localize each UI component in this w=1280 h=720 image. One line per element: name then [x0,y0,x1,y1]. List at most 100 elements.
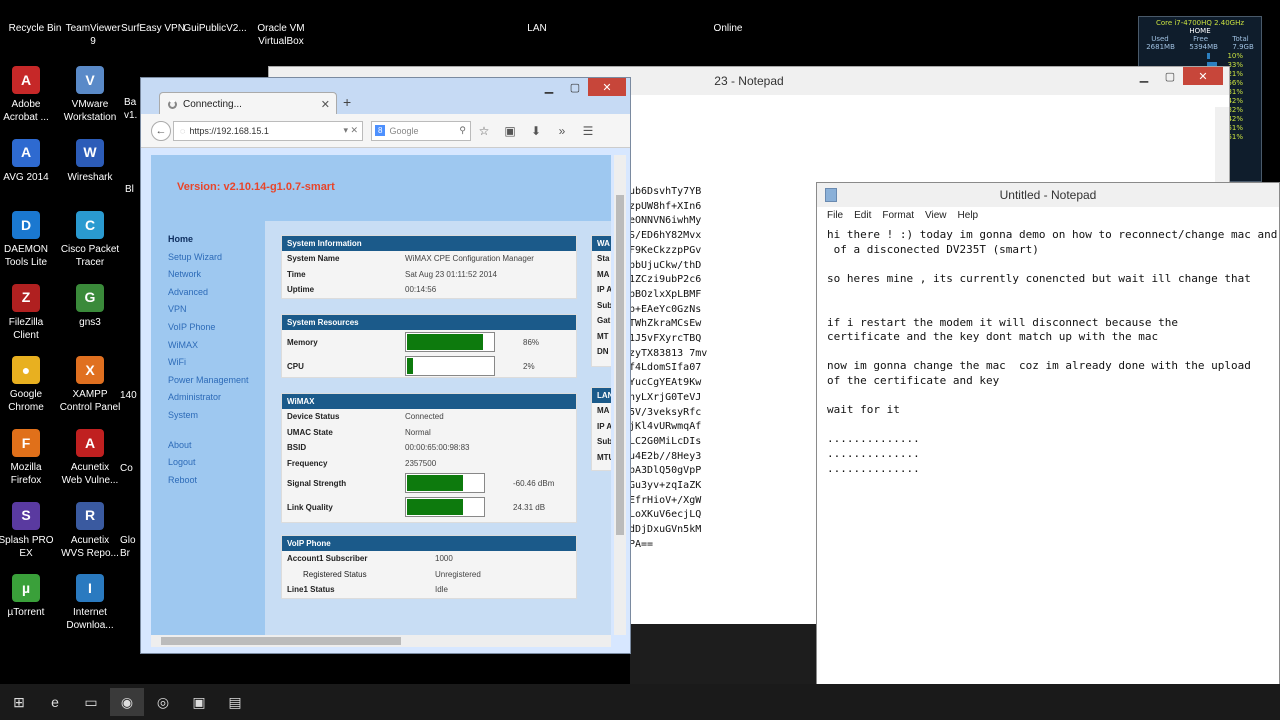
info-key: UMAC State [287,427,333,437]
router-nav-reboot[interactable]: Reboot [151,472,265,490]
desktop-icon[interactable]: Z FileZilla Client [0,283,59,342]
notepad-23-text[interactable]: ub6DsvhTy7YB zpUW8hf+XIn6 eONNVN6iwhMy S/ED… [629,185,707,553]
chrome-taskbar-icon[interactable]: ◎ [146,688,180,716]
wan-panel: WA Sta MA IP A Sub Gat MT DN [591,235,611,367]
desktop-icon[interactable]: F Mozilla Firefox [0,429,59,487]
desktop-top-label[interactable]: SurfEasy VPN [118,22,188,35]
memory-label: Memory [287,337,318,347]
desktop-icon[interactable]: D DAEMON Tools Lite [0,211,59,269]
tab-close-icon[interactable]: ✕ [321,98,330,111]
cisco-icon: C [76,211,104,240]
firefox-window[interactable]: Connecting... ✕ + ▁ ▢ ✕ ← ◌ https://192.… [140,77,631,654]
router-nav-advanced[interactable]: Advanced [151,284,265,302]
desktop-icon[interactable]: S Splash PRO EX [0,501,59,560]
router-nav-wimax[interactable]: WiMAX [151,337,265,355]
desktop-icon[interactable]: C Cisco Packet Tracer [57,211,123,269]
cpu-header: Used [1151,35,1169,43]
notepad-menu-format[interactable]: Format [882,210,914,221]
router-nav-vpn[interactable]: VPN [151,301,265,319]
desktop-icon[interactable]: V VMware Workstation [57,66,123,124]
desktop-top-label[interactable]: LAN [502,22,572,35]
desktop-top-label[interactable]: Oracle VM VirtualBox [246,22,316,48]
notepad-menu-edit[interactable]: Edit [854,210,871,221]
desktop-top-label[interactable]: Online [693,22,763,35]
notepad-23-line: LC2G0MiLcDIs [629,435,702,447]
maximize-icon[interactable]: ▢ [1157,67,1183,85]
router-nav-network[interactable]: Network [151,266,265,284]
url-bar[interactable]: ◌ https://192.168.15.1 ▾ ✕ [173,120,363,141]
notepad-title: Untitled - Notepad [999,188,1097,202]
notepad-menu-view[interactable]: View [925,210,947,221]
desktop-icon-label: Mozilla Firefox [10,462,42,486]
desktop-icon-label: Acunetix Web Vulne... [61,462,119,486]
desktop-icon[interactable]: A AVG 2014 [0,138,59,184]
desktop-icon-label-partial[interactable]: Co [120,462,140,475]
router-nav-wifi[interactable]: WiFi [151,354,265,372]
notepad-titlebar[interactable]: Untitled - Notepad [817,183,1279,207]
notepad-menu-file[interactable]: File [827,210,843,221]
cpu-core-fill [1207,52,1210,59]
desktop-icon[interactable]: A Acunetix Web Vulne... [57,429,123,487]
desktop-icon[interactable]: R Acunetix WVS Repo... [57,501,123,560]
notepad-window-untitled[interactable]: Untitled - Notepad File Edit Format View Hel… [816,182,1280,686]
desktop-icon[interactable]: µ µTorrent [0,574,59,619]
wireshark-icon: W [76,138,104,167]
ie-icon[interactable]: e [38,688,72,716]
vertical-scrollbar[interactable] [614,155,626,635]
desktop-icon[interactable]: I Internet Downloa... [57,574,123,632]
tab-connecting[interactable]: Connecting... ✕ [159,92,337,116]
notepad-23-line: pbUjuCkw/thD [629,259,702,271]
close-icon[interactable]: ✕ [1183,67,1223,85]
windows-start-icon[interactable]: ⊞ [2,688,36,716]
firefox-taskbar-icon[interactable]: ◉ [110,688,144,716]
desktop-icon-label-partial[interactable]: 140 [120,389,140,402]
new-tab-icon[interactable]: + [343,94,351,110]
minimize-icon[interactable]: ▁ [1131,67,1157,85]
download-icon[interactable]: ⬇ [523,124,549,138]
xampp-taskbar-icon[interactable]: ▣ [182,688,216,716]
desktop-icon[interactable]: X XAMPP Control Panel [57,356,123,414]
desktop-icon[interactable]: W Wireshark [57,138,123,184]
bookmarks-icon[interactable]: ▣ [497,124,523,138]
link-value: 24.31 dB [513,502,546,512]
info-value: WiMAX CPE Configuration Manager [405,254,534,264]
info-value: Normal [405,427,431,437]
router-nav-logout[interactable]: Logout [151,454,265,472]
info-value: Idle [435,585,448,595]
minimize-icon[interactable]: ▁ [536,78,562,96]
router-nav-power-management[interactable]: Power Management [151,372,265,390]
desktop-icon-label-partial[interactable]: Glo Br [120,534,140,560]
horizontal-scrollbar[interactable] [151,635,611,647]
desktop-icon[interactable]: ● Google Chrome [0,356,59,414]
desktop-icon[interactable]: Ggns3 [57,283,123,329]
overflow-icon[interactable]: » [549,124,575,138]
router-nav-system[interactable]: System [151,407,265,425]
back-icon[interactable]: ← [151,120,171,141]
url-dropdown-icon[interactable]: ▾ ✕ [343,125,358,136]
router-nav-about[interactable]: About [151,437,265,455]
desktop-icon-label: FileZilla Client [8,316,44,341]
notepad-taskbar-icon[interactable]: ▤ [218,688,252,716]
router-main: System Information System Name WiMAX CPE … [265,221,611,635]
router-nav-administrator[interactable]: Administrator [151,389,265,407]
notepad-23-line: dDjDxuGVn5kM [629,524,702,536]
desktop-icon[interactable]: A Adobe Acrobat ... [0,66,59,124]
search-icon[interactable]: ⚲ [459,125,466,136]
maximize-icon[interactable]: ▢ [562,78,588,96]
notepad-23-line: zpUW8hf+XIn6 [629,200,702,212]
menu-icon[interactable]: ☰ [575,124,601,138]
bookmark-star-icon[interactable]: ☆ [471,124,497,138]
google-engine-icon[interactable]: 8 [375,125,386,136]
search-input[interactable]: 8 Google ⚲ [371,120,471,141]
notepad-menu-help[interactable]: Help [958,210,979,221]
router-nav-setup-wizard[interactable]: Setup Wizard [151,249,265,267]
router-nav-voip-phone[interactable]: VoIP Phone [151,319,265,337]
notepad-23-line: u4E2b//8Hey3 [629,450,702,462]
close-icon[interactable]: ✕ [588,78,626,96]
router-nav-home[interactable]: Home [151,231,265,249]
desktop-top-label[interactable]: GuiPublicV2... [180,22,250,35]
info-value: Connected [405,412,444,422]
notepad-23-line: ub6DsvhTy7YB [629,186,702,197]
explorer-icon[interactable]: ▭ [74,688,108,716]
notepad-text-area[interactable]: hi there ! :) today im gonna demo on how… [817,224,1279,480]
